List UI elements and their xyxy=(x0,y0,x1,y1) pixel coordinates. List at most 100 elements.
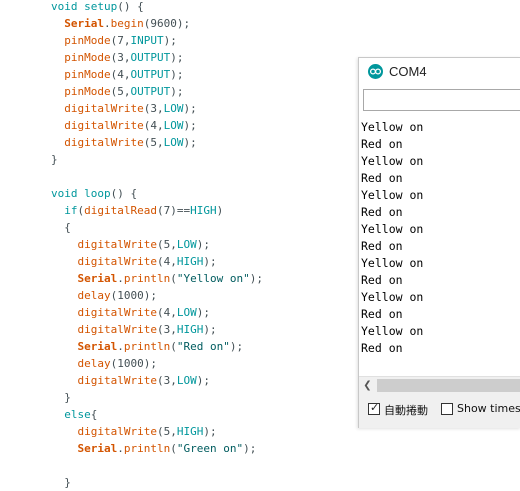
code-line: digitalWrite(3,LOW); xyxy=(51,372,210,389)
code-token: OUTPUT xyxy=(130,85,171,98)
code-token: . xyxy=(117,340,124,353)
code-token: (5, xyxy=(156,238,177,251)
code-token: HIGH xyxy=(176,425,204,438)
code-token: ); xyxy=(229,340,244,353)
code-line: void setup() { xyxy=(51,0,144,15)
code-token: ); xyxy=(183,102,197,115)
code-token: "Yellow on" xyxy=(176,272,250,285)
bottom-bar: ✓ 自動捲動 Show timestamp xyxy=(359,394,520,428)
code-line: Serial.println("Yellow on"); xyxy=(51,270,263,287)
autoscroll-checkbox[interactable]: ✓ xyxy=(368,401,380,415)
code-token: digitalWrite xyxy=(64,102,144,115)
timestamp-checkbox[interactable] xyxy=(441,403,453,415)
code-line: void loop() { xyxy=(51,185,137,202)
chevron-left-icon[interactable]: ❮ xyxy=(359,377,376,394)
code-token: Serial xyxy=(77,272,118,285)
code-line: delay(1000); xyxy=(51,355,157,372)
autoscroll-label[interactable]: 自動捲動 xyxy=(384,402,428,418)
code-token: ) xyxy=(216,204,224,217)
code-token: ); xyxy=(196,306,210,319)
code-line: digitalWrite(4,LOW); xyxy=(51,117,197,134)
code-token: LOW xyxy=(163,102,184,115)
code-token: ); xyxy=(183,119,197,132)
code-token: ); xyxy=(203,255,217,268)
output-line: Yellow on xyxy=(361,256,424,270)
code-token: ( xyxy=(170,272,177,285)
code-token: void xyxy=(51,0,78,13)
send-input[interactable] xyxy=(363,89,520,111)
code-token: Serial xyxy=(77,340,118,353)
code-line: { xyxy=(51,219,71,236)
output-line: Yellow on xyxy=(361,120,424,134)
code-token: HIGH xyxy=(190,204,217,217)
code-token: "Red on" xyxy=(176,340,230,353)
code-token: ); xyxy=(196,238,210,251)
code-token: begin xyxy=(110,17,144,30)
code-line: pinMode(4,OUTPUT); xyxy=(51,66,183,83)
code-line: digitalWrite(4,LOW); xyxy=(51,304,210,321)
code-token: () { xyxy=(110,187,138,200)
output-line: Red on xyxy=(361,171,403,185)
code-token: (3, xyxy=(110,51,131,64)
output-line: Red on xyxy=(361,239,403,253)
code-token: else xyxy=(64,408,91,421)
code-token: digitalWrite xyxy=(64,136,144,149)
code-token: digitalRead xyxy=(84,204,157,217)
code-token: void xyxy=(51,187,78,200)
code-token: pinMode xyxy=(64,85,111,98)
code-token: pinMode xyxy=(64,51,111,64)
code-token: pinMode xyxy=(64,34,111,47)
code-line: } xyxy=(51,389,71,406)
code-token: ); xyxy=(203,425,217,438)
code-token: (1000); xyxy=(110,289,157,302)
code-token: INPUT xyxy=(130,34,164,47)
code-token: (5, xyxy=(156,425,177,438)
code-line: digitalWrite(3,HIGH); xyxy=(51,321,217,338)
code-line: pinMode(7,INPUT); xyxy=(51,32,177,49)
horizontal-scrollbar[interactable]: ❮ xyxy=(359,376,520,394)
output-line: Yellow on xyxy=(361,290,424,304)
code-token: println xyxy=(123,442,171,455)
code-line: pinMode(3,OUTPUT); xyxy=(51,49,183,66)
code-token: ( xyxy=(170,442,177,455)
output-line: Yellow on xyxy=(361,188,424,202)
timestamp-label[interactable]: Show timestamp xyxy=(457,402,520,415)
arduino-logo-icon xyxy=(368,64,383,79)
code-token: digitalWrite xyxy=(64,119,144,132)
code-line: delay(1000); xyxy=(51,287,157,304)
code-token: ); xyxy=(170,51,184,64)
output-line: Red on xyxy=(361,137,403,151)
serial-monitor-window: COM4 Yellow on Red on Yellow on Red on Yello… xyxy=(358,57,520,428)
code-token: ( xyxy=(170,340,177,353)
code-token: "Green on" xyxy=(176,442,244,455)
scrollbar-thumb[interactable] xyxy=(377,379,520,392)
code-token: OUTPUT xyxy=(130,51,171,64)
code-line: Serial.begin(9600); xyxy=(51,15,190,32)
code-token: ); xyxy=(170,68,184,81)
code-token: Serial xyxy=(64,17,104,30)
code-token: (4, xyxy=(156,306,177,319)
code-token: { xyxy=(51,221,71,234)
code-token: LOW xyxy=(176,374,197,387)
code-line: digitalWrite(5,LOW); xyxy=(51,134,197,151)
checkmark-icon: ✓ xyxy=(370,401,380,414)
code-token: ); xyxy=(183,136,197,149)
code-token: ); xyxy=(243,442,257,455)
code-token: digitalWrite xyxy=(77,238,157,251)
code-token: println xyxy=(123,340,171,353)
code-token: . xyxy=(104,17,111,30)
code-token: (4, xyxy=(110,68,131,81)
code-token: (5, xyxy=(143,136,164,149)
code-token: digitalWrite xyxy=(77,306,157,319)
code-token: (3, xyxy=(143,102,164,115)
